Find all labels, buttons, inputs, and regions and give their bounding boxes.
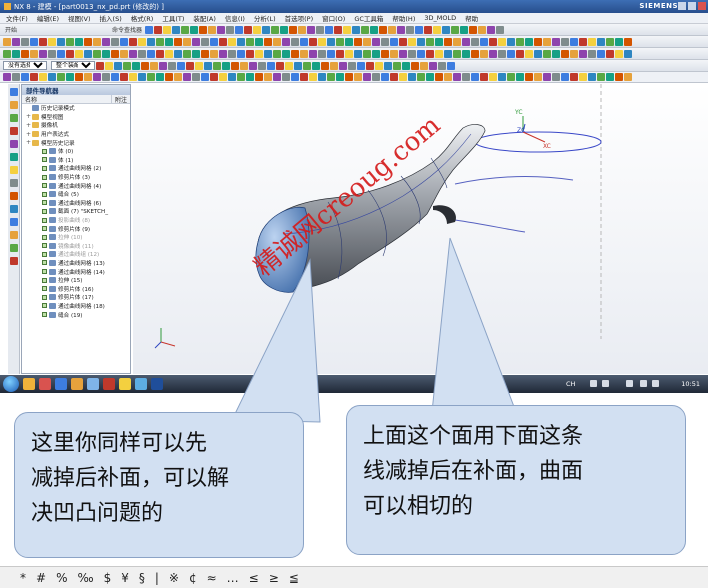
symbol-key[interactable]: ≤: [249, 571, 259, 585]
symbol-key[interactable]: ≈: [207, 571, 217, 585]
symbol-key[interactable]: …: [227, 571, 239, 585]
symbol-key[interactable]: $: [104, 571, 112, 585]
left-callout: 这里你同样可以先 减掉后补面，可以解 决凹凸问题的: [14, 412, 304, 558]
symbol-key[interactable]: *: [20, 571, 26, 585]
symbol-strip: * #% ‰ $ ¥ § | ※ ¢ ≈ … ≤ ≥ ≦: [0, 566, 708, 588]
left-callout-line-1: 这里你同样可以先: [31, 431, 208, 456]
right-callout-line-2: 线减掉后在补面，曲面: [363, 459, 584, 484]
symbol-key[interactable]: ≥: [269, 571, 279, 585]
symbol-key[interactable]: §: [139, 571, 145, 585]
right-callout-line-3: 可以相切的: [363, 494, 474, 519]
left-callout-line-2: 减掉后补面，可以解: [31, 466, 230, 491]
right-callout: 上面这个面用下面这条 线减掉后在补面，曲面 可以相切的: [346, 405, 686, 555]
symbol-key[interactable]: #: [36, 571, 46, 585]
symbol-key[interactable]: %: [56, 571, 67, 585]
right-callout-pointer: [431, 237, 517, 413]
symbol-key[interactable]: ‰: [77, 571, 93, 585]
right-callout-line-1: 上面这个面用下面这条: [363, 424, 584, 449]
left-callout-line-3: 决凹凸问题的: [31, 501, 164, 526]
symbol-key[interactable]: ≦: [289, 571, 299, 585]
symbol-key[interactable]: ¥: [121, 571, 129, 585]
symbol-key[interactable]: ※: [169, 571, 179, 585]
symbol-key[interactable]: ¢: [189, 571, 197, 585]
left-callout-pointer: [231, 258, 321, 423]
symbol-key[interactable]: |: [155, 571, 159, 585]
